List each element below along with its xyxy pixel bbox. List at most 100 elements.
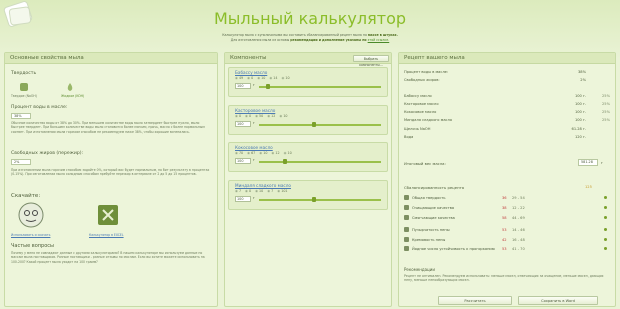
choose-components-button[interactable]: Выбрать компоненты...: [353, 55, 389, 67]
free-fat-note: При изготовлении мыла горячим способом з…: [11, 168, 210, 177]
liquid-soap-label[interactable]: Жидкое (KOH): [61, 94, 84, 98]
quality-value: 53: [502, 228, 507, 232]
component-amount-input[interactable]: 100: [235, 158, 251, 164]
recipe-row-label: Вода: [404, 135, 414, 139]
component-name[interactable]: Миндаля сладкого масло: [235, 183, 291, 188]
slider-knob[interactable]: [312, 122, 317, 127]
component-unit: г: [253, 196, 255, 200]
recipe-row-value: 100 г.: [574, 94, 586, 98]
quality-status-dot: [604, 228, 607, 231]
slider-knob[interactable]: [282, 159, 287, 164]
quality-icon: [404, 205, 409, 210]
component-stat: 0: [247, 76, 253, 80]
recipe-row: Касторовое масло 100 г. 25%: [404, 102, 612, 106]
recipe-row-percent: 25%: [602, 110, 610, 114]
recipe-row-value: 100 г.: [574, 102, 586, 106]
component-amount-input[interactable]: 100: [235, 83, 251, 89]
balance-label: Сбалансированность рецепта: [404, 185, 465, 190]
quality-icon: [404, 215, 409, 220]
recommendations-text: Рецепт не оптимален. Рекомендуем использ…: [404, 274, 604, 283]
quality-range: 29 - 54: [512, 196, 525, 200]
quality-range: 44 - 69: [512, 216, 525, 220]
quality-range: 14 - 46: [512, 228, 525, 232]
recipe-row-percent: 25%: [602, 102, 610, 106]
soap-properties-panel: Основные свойства мыла Твердость Твердое…: [4, 52, 218, 307]
slider-knob[interactable]: [312, 197, 317, 202]
component-slider[interactable]: [259, 124, 381, 126]
recipe-row: Процент воды в масле: 38%: [404, 70, 612, 74]
faq-text: Почему у меня не совпадают данные с друг…: [11, 251, 205, 264]
component-stat: 10: [281, 76, 289, 80]
recipe-row: Миндаля сладкого масло 100 г. 25%: [404, 118, 612, 122]
recipe-row-value: 2%: [580, 78, 586, 82]
component-name[interactable]: Касторовое масло: [235, 108, 275, 113]
recipe-row-label: Касторовое масло: [404, 102, 439, 106]
component-stats: 70107101: [235, 189, 288, 193]
quality-icon: [404, 237, 409, 242]
recipe-row-value: 100 г.: [574, 110, 586, 114]
free-fat-select[interactable]: 2%: [11, 159, 31, 165]
slider-knob[interactable]: [266, 84, 271, 89]
component-stat: 0: [245, 114, 251, 118]
component-stat: 10: [255, 189, 263, 193]
component-amount-input[interactable]: 100: [235, 196, 251, 202]
component-amount-input[interactable]: 100: [235, 121, 251, 127]
component-name[interactable]: Бабассу масло: [235, 70, 267, 75]
component-slider[interactable]: [259, 86, 381, 88]
quality-label: Йодное число устойчивость к прогорканию: [412, 247, 495, 251]
quality-value: 38: [502, 206, 507, 210]
soap-maker-icon[interactable]: [17, 201, 45, 229]
component-name[interactable]: Кокосовое масло: [235, 145, 273, 150]
recipe-row-label: Свободных жиров:: [404, 78, 440, 82]
quality-range: 12 - 22: [512, 206, 525, 210]
total-value: 581.28: [578, 159, 598, 166]
component-stats: 70 67 10 12 10: [235, 151, 292, 155]
component-stat: 12: [271, 151, 279, 155]
quality-range: 41 - 70: [512, 247, 525, 251]
total-unit: г: [601, 161, 603, 165]
download-link-1[interactable]: Использовать и скачать: [11, 233, 50, 237]
intro-link[interactable]: этой ссылке.: [368, 38, 390, 42]
quality-label: Общая твердость: [412, 196, 446, 200]
recipe-row-percent: 25%: [602, 94, 610, 98]
properties-header: Основные свойства мыла: [5, 53, 217, 64]
page-title: Мыльный калькулятор: [213, 9, 407, 28]
save-word-button[interactable]: Сохранить в Word: [518, 296, 598, 305]
component-stat: 7: [267, 189, 273, 193]
excel-icon[interactable]: [95, 201, 121, 229]
liquid-soap-icon[interactable]: [65, 82, 75, 92]
free-fat-label: Свободных жиров (пережир):: [11, 151, 84, 156]
download-link-2[interactable]: Калькулятор в EXCEL: [89, 233, 124, 237]
recommendations-label: Рекомендации: [404, 267, 435, 272]
quality-icon: [404, 195, 409, 200]
solid-soap-label[interactable]: Твердое (NaOH): [11, 94, 37, 98]
component-stat: 10: [259, 151, 267, 155]
water-label: Процент воды в масле:: [11, 105, 68, 110]
balance-value: 125: [585, 185, 592, 189]
recipe-row-label: Миндаля сладкого масло: [404, 118, 453, 122]
recipe-header: Рецепт вашего мыла: [399, 53, 615, 64]
component-slider[interactable]: [259, 161, 381, 163]
download-label: Скачайте:: [11, 193, 41, 199]
component-stat: 101: [277, 189, 287, 193]
recipe-row-value: 100 г.: [574, 118, 586, 122]
component-card: Бабассу масло 49 0 10 14 10 100 г: [228, 67, 388, 97]
component-stat: 0: [235, 114, 241, 118]
calculate-button[interactable]: Рассчитать: [438, 296, 512, 305]
quality-label: Очищающие качества: [412, 206, 455, 210]
recipe-row: Кокосовое масло 100 г. 25%: [404, 110, 612, 114]
quality-status-dot: [604, 206, 607, 209]
solid-soap-icon[interactable]: [19, 82, 29, 92]
quality-label: Пузырчатость пены: [412, 228, 450, 232]
recipe-row-label: Бабассу масло: [404, 94, 432, 98]
component-card: Касторовое масло 00 50 12 10 100 г: [228, 105, 388, 135]
component-unit: г: [253, 121, 255, 125]
component-card: Кокосовое масло 70 67 10 12 10 100 г: [228, 142, 388, 172]
quality-value: 58: [502, 216, 507, 220]
quality-label: Смягчающие качества: [412, 216, 455, 220]
component-slider[interactable]: [259, 199, 381, 201]
water-select[interactable]: 38%: [11, 113, 31, 119]
recipe-row-value: 120 г.: [574, 135, 586, 139]
recipe-row-label: Щелочь NaOH: [404, 127, 431, 131]
recipe-row-value: 38%: [578, 70, 586, 74]
